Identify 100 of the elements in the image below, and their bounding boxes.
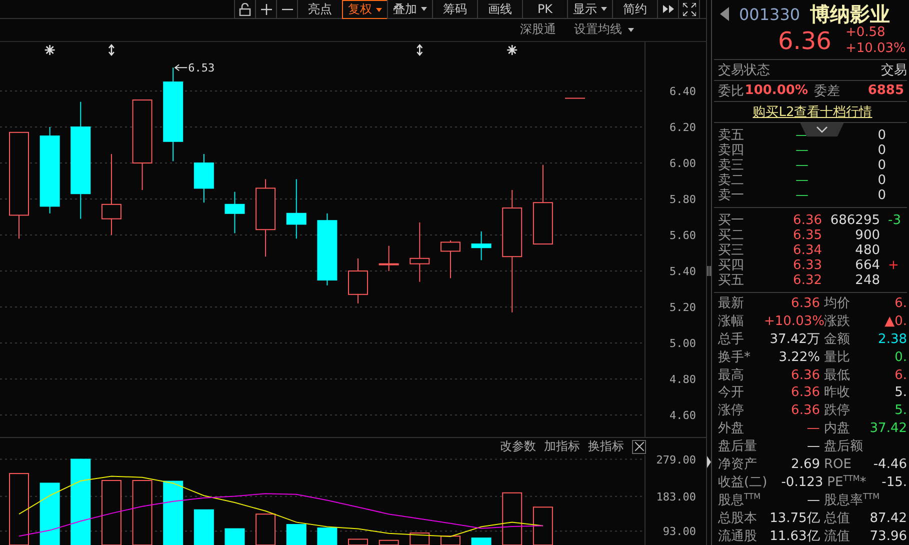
candlestick bbox=[286, 178, 306, 240]
field-label: 均价 bbox=[824, 294, 851, 312]
field-label: 今开 bbox=[718, 384, 745, 402]
fullscreen-icon bbox=[682, 2, 696, 16]
up-down-arrow-icon[interactable] bbox=[108, 44, 115, 56]
field-value: 6.36 bbox=[790, 366, 820, 384]
close-icon bbox=[634, 442, 644, 451]
back-triangle-icon[interactable] bbox=[720, 7, 729, 21]
fullscreen-button[interactable] bbox=[678, 0, 700, 19]
chart-menu-link[interactable]: 设置均线 bbox=[574, 21, 634, 38]
order-price: — bbox=[794, 172, 810, 188]
up-down-arrow-icon[interactable] bbox=[416, 44, 423, 56]
field-label: 盘后量 bbox=[718, 438, 758, 456]
indicator-action-link[interactable]: 加指标 bbox=[544, 438, 580, 455]
field-label: 量比 bbox=[824, 348, 851, 366]
axis-tick-label: 279.00 bbox=[656, 455, 696, 466]
field-value: — bbox=[806, 420, 820, 438]
order-level-label: 买一 bbox=[718, 212, 745, 228]
field-label: 涨幅 bbox=[718, 312, 745, 330]
volume-bar bbox=[471, 538, 492, 545]
field-value: 87.42 bbox=[870, 510, 907, 527]
chevron-down-icon bbox=[816, 126, 828, 134]
grip-icon[interactable] bbox=[707, 266, 711, 276]
field-value: 0. bbox=[894, 348, 907, 366]
field-label: 最新 bbox=[718, 294, 745, 312]
order-volume: 0 bbox=[876, 188, 886, 203]
field-label: 内盘 bbox=[824, 420, 851, 438]
order-price: 6.34 bbox=[792, 242, 822, 258]
minus-icon bbox=[282, 8, 292, 10]
field-label: 最低 bbox=[824, 366, 851, 384]
volume-bar bbox=[286, 524, 306, 545]
candlestick bbox=[224, 191, 245, 234]
field-value: -4.46 bbox=[873, 456, 907, 473]
toolbar-button[interactable]: 画线 bbox=[477, 0, 523, 19]
field-value: 13.75亿 bbox=[768, 510, 820, 527]
volume-bar bbox=[317, 528, 338, 545]
field-value: 6.36 bbox=[790, 384, 820, 402]
field-label: 流通股 bbox=[718, 528, 758, 545]
toolbar-button[interactable]: 叠加 bbox=[387, 0, 433, 19]
order-level-label: 买二 bbox=[718, 228, 745, 243]
field-value: 11.63亿 bbox=[768, 528, 820, 545]
upgrade-link[interactable]: 购买L2查看十档行情 bbox=[752, 102, 872, 121]
field-value: 交易 bbox=[881, 62, 907, 80]
volume-bar bbox=[224, 528, 245, 545]
candlestick bbox=[440, 240, 460, 279]
close-button[interactable] bbox=[632, 440, 646, 454]
field-label: 交易状态 bbox=[718, 62, 770, 80]
field-label: 换手* bbox=[718, 348, 752, 366]
percent-change: +10.03% bbox=[845, 41, 906, 57]
lock-button[interactable] bbox=[234, 0, 256, 19]
last-price: 6.36 bbox=[778, 27, 832, 55]
zoom-in-button[interactable] bbox=[255, 0, 277, 19]
volume-bar bbox=[40, 482, 60, 545]
toolbar-button[interactable]: 亮点 bbox=[297, 0, 343, 19]
axis-tick-label: 183.00 bbox=[656, 490, 696, 504]
field-label: 总值 bbox=[824, 510, 851, 527]
axis-tick-label: 5.40 bbox=[670, 264, 696, 278]
field-value: — bbox=[806, 438, 820, 456]
order-price: 6.36 bbox=[792, 212, 822, 228]
toolbar-button[interactable]: 筹码 bbox=[432, 0, 478, 19]
order-level-label: 买五 bbox=[718, 272, 745, 288]
axis-tick-label: 6.00 bbox=[670, 156, 696, 170]
field-value: 100.00% bbox=[744, 83, 808, 98]
candlestick bbox=[378, 245, 399, 272]
field-label: 股息率$^{TTM}$ bbox=[824, 492, 880, 509]
order-price: 6.32 bbox=[792, 272, 822, 288]
toolbar-button[interactable]: 复权 bbox=[342, 0, 388, 19]
field-value: 3.22% bbox=[778, 348, 820, 366]
field-label: 涨跌 bbox=[824, 312, 851, 330]
order-level-label: 买四 bbox=[718, 258, 745, 273]
candlestick bbox=[194, 153, 214, 204]
candlestick bbox=[471, 230, 492, 261]
fast-forward-button[interactable] bbox=[657, 0, 679, 19]
field-value: 6. bbox=[894, 366, 907, 384]
stock-code: 001330 bbox=[739, 4, 800, 24]
triangle-icon[interactable] bbox=[707, 456, 711, 468]
toolbar-button[interactable]: PK bbox=[522, 0, 568, 19]
field-value: 6.36 bbox=[790, 402, 820, 420]
indicator-action-link[interactable]: 换指标 bbox=[588, 438, 624, 455]
asterisk-icon[interactable] bbox=[506, 44, 518, 56]
zoom-out-button[interactable] bbox=[276, 0, 298, 19]
axis-tick-label: 5.20 bbox=[670, 300, 696, 314]
order-price: — bbox=[794, 158, 810, 173]
order-volume: 0 bbox=[876, 158, 886, 173]
high-price-label: 6.53 bbox=[188, 62, 215, 75]
axis-tick-label: 5.80 bbox=[670, 192, 696, 206]
asterisk-icon[interactable] bbox=[44, 44, 56, 56]
field-value: 6.36 bbox=[790, 294, 820, 312]
order-level-label: 卖二 bbox=[718, 172, 745, 188]
axis-tick-label: 5.60 bbox=[670, 228, 696, 242]
field-label: 股息$^{TTM}$ bbox=[718, 492, 762, 509]
chart-menu-link[interactable]: 深股通 bbox=[520, 21, 556, 38]
indicator-action-link[interactable]: 改参数 bbox=[500, 438, 536, 455]
field-value: 37.42万 bbox=[768, 330, 820, 348]
order-price: 6.33 bbox=[792, 258, 822, 273]
toolbar-button[interactable]: 简约 bbox=[612, 0, 658, 19]
axis-tick-label: 93.00 bbox=[662, 525, 696, 538]
order-change: + bbox=[887, 258, 899, 273]
toolbar-button[interactable]: 显示 bbox=[567, 0, 613, 19]
order-volume: 664 bbox=[854, 258, 880, 273]
